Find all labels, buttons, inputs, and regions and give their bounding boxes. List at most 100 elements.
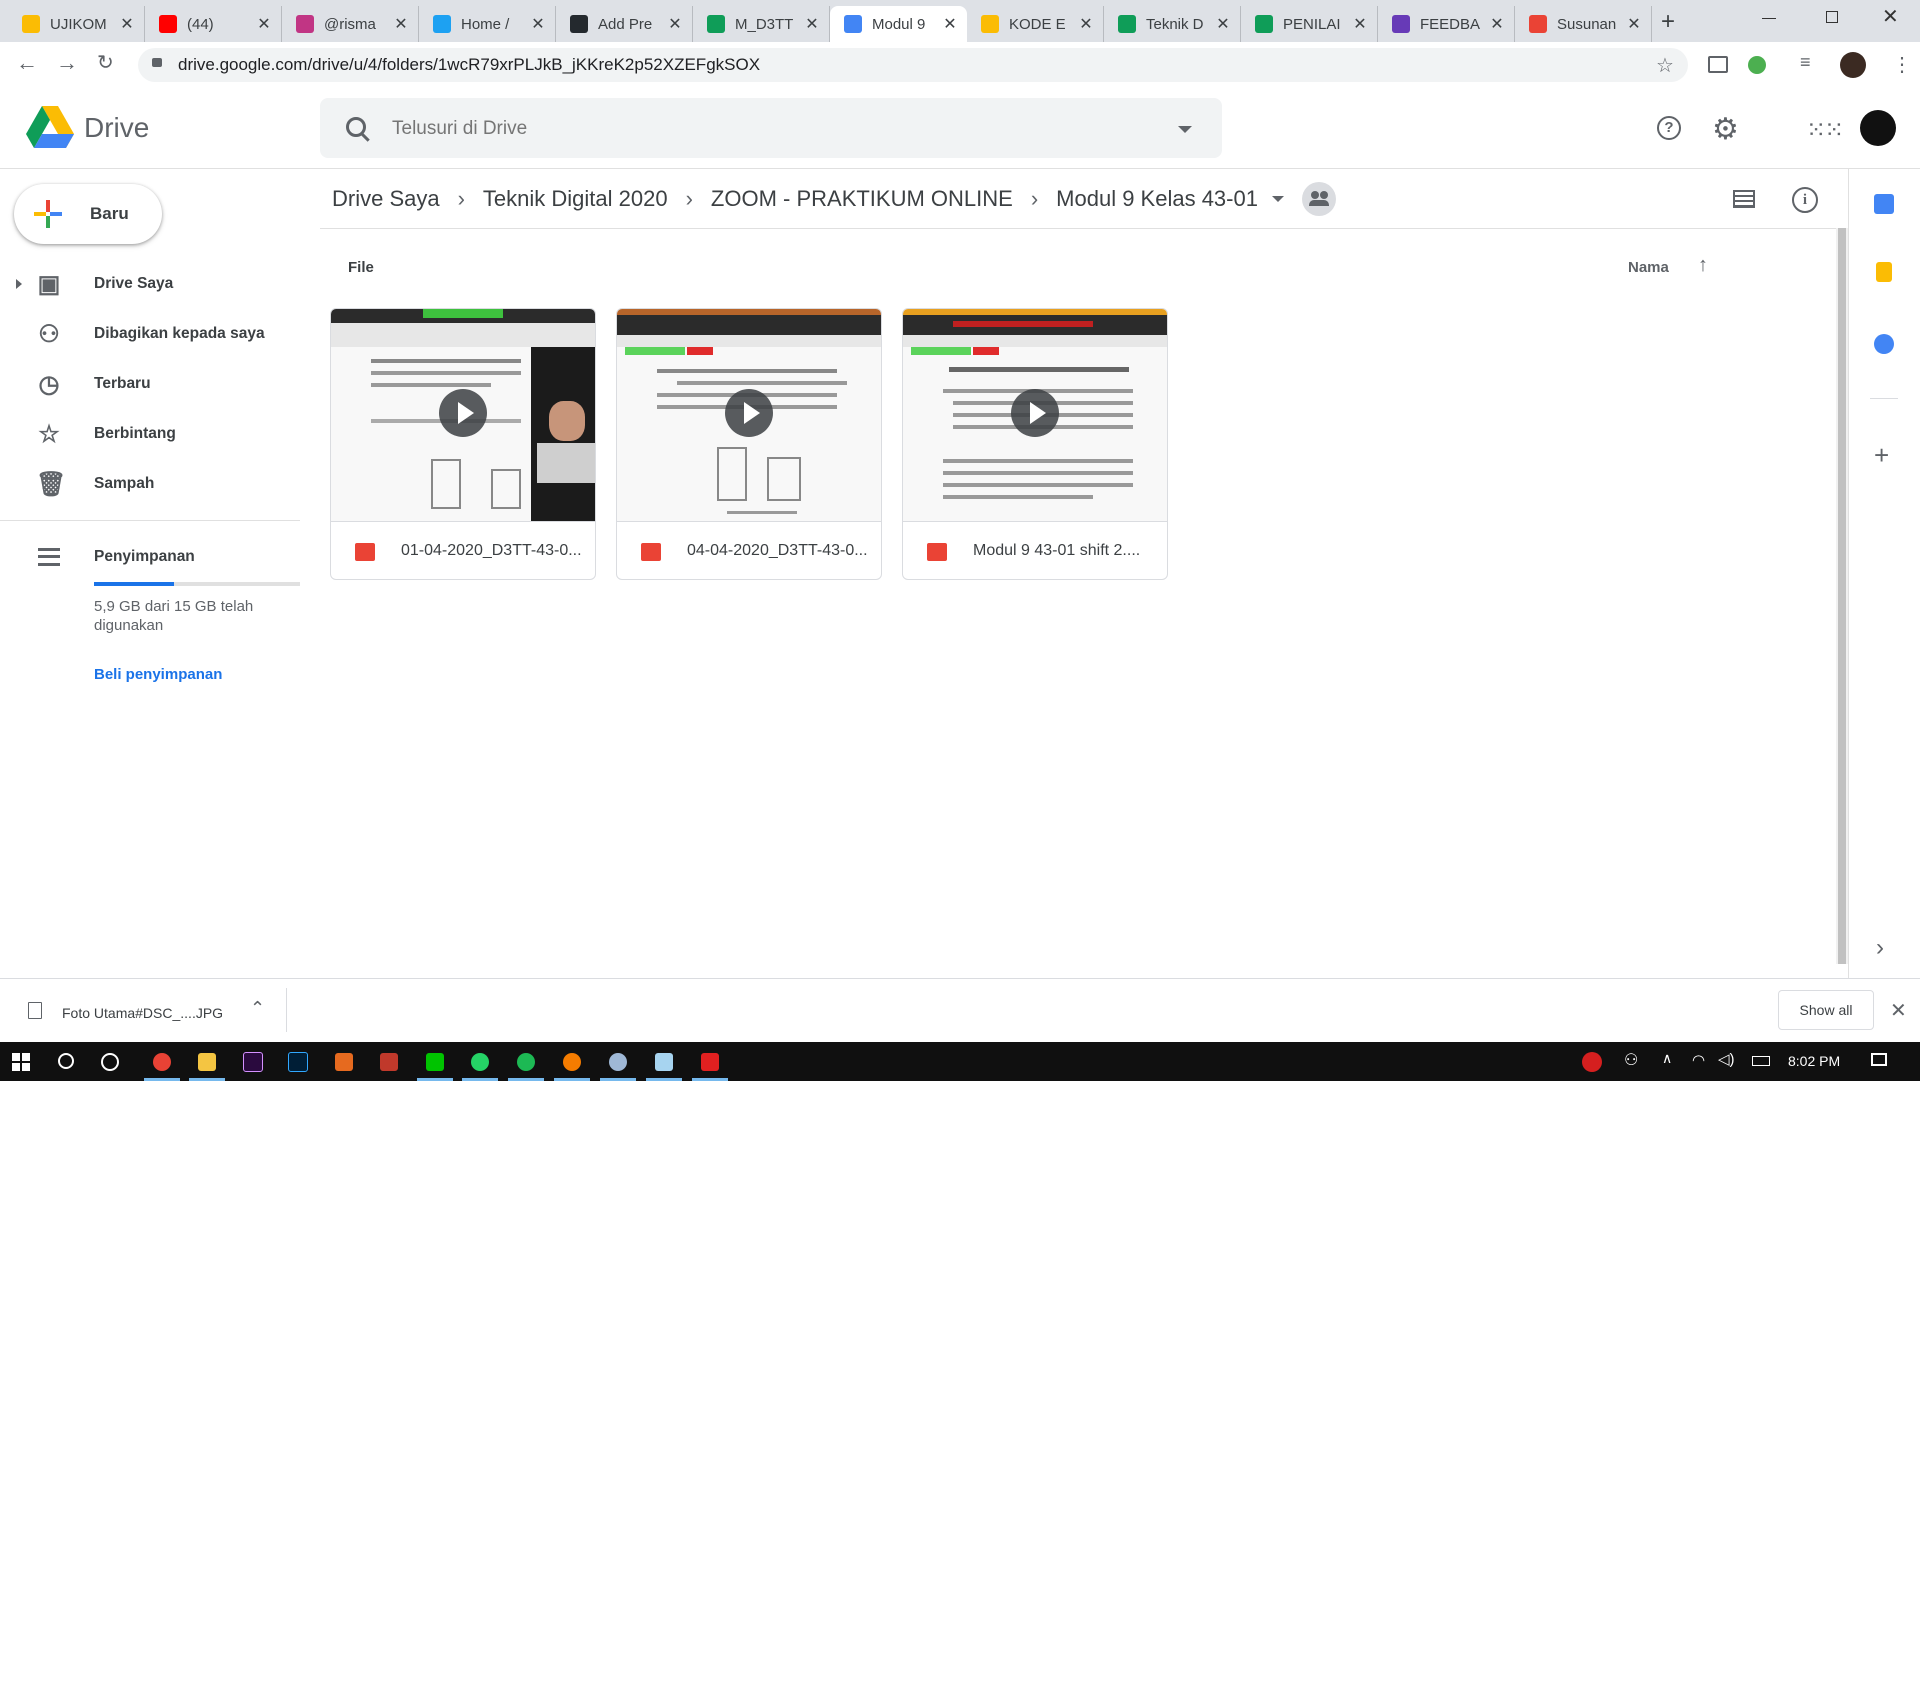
search-input[interactable]: [390, 112, 1154, 146]
keep-icon[interactable]: [1876, 262, 1892, 282]
action-center-icon[interactable]: [1871, 1053, 1887, 1066]
close-tab-icon[interactable]: ✕: [527, 14, 549, 34]
settings-gear-icon[interactable]: ⚙: [1712, 112, 1739, 147]
back-icon[interactable]: ←: [16, 50, 38, 76]
tray-wifi-icon[interactable]: ◠: [1692, 1051, 1705, 1069]
tasks-icon[interactable]: [1874, 334, 1894, 354]
sidebar-item[interactable]: ◷ Terbaru: [0, 362, 290, 406]
media-icon[interactable]: [1708, 56, 1728, 73]
tray-overflow-chevron-icon[interactable]: ∧: [1662, 1050, 1672, 1067]
search-options-icon[interactable]: [1178, 126, 1192, 133]
close-download-shelf-icon[interactable]: ✕: [1890, 998, 1907, 1023]
breadcrumb-item-teknik-digital[interactable]: Teknik Digital 2020: [483, 186, 668, 212]
forward-icon[interactable]: →: [56, 50, 78, 76]
taskbar-app-icon[interactable]: [367, 1042, 411, 1081]
minimize-window-button[interactable]: [1762, 18, 1776, 19]
close-tab-icon[interactable]: ✕: [1486, 14, 1508, 34]
close-window-button[interactable]: ✕: [1882, 4, 1899, 29]
file-card[interactable]: 04-04-2020_D3TT-43-0...: [616, 308, 882, 580]
calendar-icon[interactable]: [1874, 194, 1894, 214]
download-options-chevron-icon[interactable]: ⌃: [250, 998, 265, 1019]
play-icon[interactable]: [725, 389, 773, 437]
new-button[interactable]: Baru: [14, 184, 162, 244]
cortana-icon[interactable]: [101, 1053, 119, 1071]
browser-tab[interactable]: KODE E ✕: [967, 6, 1104, 42]
browser-tab[interactable]: FEEDBA ✕: [1378, 6, 1515, 42]
playlist-icon[interactable]: ≡: [1800, 52, 1811, 73]
bookmark-star-icon[interactable]: ☆: [1656, 53, 1674, 78]
new-tab-button[interactable]: +: [1656, 6, 1680, 38]
taskbar-photoshop-icon[interactable]: [276, 1042, 320, 1081]
sidebar-item[interactable]: ☆ Berbintang: [0, 412, 290, 456]
list-view-icon[interactable]: [1733, 190, 1755, 208]
taskbar-app-icon[interactable]: [642, 1042, 686, 1081]
close-tab-icon[interactable]: ✕: [1349, 14, 1371, 34]
close-tab-icon[interactable]: ✕: [253, 14, 275, 34]
tray-volume-icon[interactable]: ◁): [1718, 1050, 1735, 1068]
taskbar-matlab-icon[interactable]: [322, 1042, 366, 1081]
extension-globe-icon[interactable]: [1748, 56, 1766, 74]
browser-tab[interactable]: Susunan ✕: [1515, 6, 1652, 42]
file-card[interactable]: 01-04-2020_D3TT-43-0...: [330, 308, 596, 580]
browser-tab[interactable]: Home / ✕: [419, 6, 556, 42]
taskbar-search-icon[interactable]: [58, 1053, 74, 1069]
close-tab-icon[interactable]: ✕: [1075, 14, 1097, 34]
scrollbar[interactable]: [1836, 228, 1848, 964]
sort-direction-arrow-icon[interactable]: ↑: [1698, 254, 1708, 277]
restore-window-button[interactable]: [1826, 11, 1838, 23]
apps-grid-icon[interactable]: ⁙⁙: [1806, 116, 1844, 145]
taskbar-acrobat-icon[interactable]: [688, 1042, 732, 1081]
file-name[interactable]: 04-04-2020_D3TT-43-0...: [687, 542, 868, 560]
sidebar-item[interactable]: ▣ Drive Saya: [0, 262, 290, 306]
help-icon[interactable]: ?: [1657, 116, 1681, 140]
drive-logo-icon[interactable]: [26, 106, 74, 148]
breadcrumb-item-drive-saya[interactable]: Drive Saya: [332, 186, 440, 212]
video-thumbnail[interactable]: [903, 309, 1167, 522]
close-tab-icon[interactable]: ✕: [116, 14, 138, 34]
profile-avatar[interactable]: [1840, 52, 1866, 78]
taskbar-file-explorer-icon[interactable]: [185, 1042, 229, 1081]
taskbar-media-icon[interactable]: [550, 1042, 594, 1081]
taskbar-app-icon[interactable]: [596, 1042, 640, 1081]
close-tab-icon[interactable]: ✕: [390, 14, 412, 34]
browser-tab[interactable]: @risma ✕: [282, 6, 419, 42]
show-all-downloads-button[interactable]: Show all: [1778, 990, 1874, 1030]
browser-tab[interactable]: Teknik D ✕: [1104, 6, 1241, 42]
expand-panel-chevron-icon[interactable]: ›: [1876, 934, 1884, 962]
breadcrumb-item-zoom[interactable]: ZOOM - PRAKTIKUM ONLINE: [711, 186, 1013, 212]
close-tab-icon[interactable]: ✕: [939, 14, 961, 34]
tray-people-icon[interactable]: ⚇: [1624, 1050, 1638, 1070]
taskbar-spotify-icon[interactable]: [504, 1042, 548, 1081]
play-icon[interactable]: [439, 389, 487, 437]
close-tab-icon[interactable]: ✕: [801, 14, 823, 34]
file-card[interactable]: Modul 9 43-01 shift 2....: [902, 308, 1168, 580]
tray-battery-icon[interactable]: [1752, 1056, 1770, 1066]
file-name[interactable]: Modul 9 43-01 shift 2....: [973, 542, 1140, 560]
close-tab-icon[interactable]: ✕: [1623, 14, 1645, 34]
close-tab-icon[interactable]: ✕: [664, 14, 686, 34]
account-avatar[interactable]: [1860, 110, 1896, 146]
taskbar-premiere-icon[interactable]: [231, 1042, 275, 1081]
sidebar-item[interactable]: 🗑 Sampah: [0, 462, 290, 506]
browser-tab[interactable]: (44) ✕: [145, 6, 282, 42]
sort-by-name-button[interactable]: Nama: [1628, 259, 1669, 276]
breadcrumb-item-current-folder[interactable]: Modul 9 Kelas 43-01: [1056, 186, 1258, 212]
windows-start-icon[interactable]: [12, 1053, 30, 1071]
file-name[interactable]: 01-04-2020_D3TT-43-0...: [401, 542, 582, 560]
sidebar-item[interactable]: ⚇ Dibagikan kepada saya: [0, 312, 290, 356]
video-thumbnail[interactable]: [331, 309, 595, 522]
taskbar-whatsapp-icon[interactable]: [458, 1042, 502, 1081]
reload-icon[interactable]: ↻: [97, 50, 114, 75]
taskbar-chrome-icon[interactable]: [140, 1042, 184, 1081]
browser-tab[interactable]: Add Pre ✕: [556, 6, 693, 42]
lock-icon[interactable]: [152, 58, 162, 67]
browser-tab[interactable]: Modul 9 ✕: [830, 6, 967, 42]
info-icon[interactable]: i: [1792, 187, 1818, 213]
close-tab-icon[interactable]: ✕: [1212, 14, 1234, 34]
browser-tab[interactable]: PENILAI ✕: [1241, 6, 1378, 42]
download-file-name[interactable]: Foto Utama#DSC_....JPG: [62, 1005, 223, 1021]
browser-tab[interactable]: UJIKOM ✕: [8, 6, 145, 42]
play-icon[interactable]: [1011, 389, 1059, 437]
browser-tab[interactable]: M_D3TT ✕: [693, 6, 830, 42]
scrollbar-thumb[interactable]: [1838, 228, 1846, 964]
